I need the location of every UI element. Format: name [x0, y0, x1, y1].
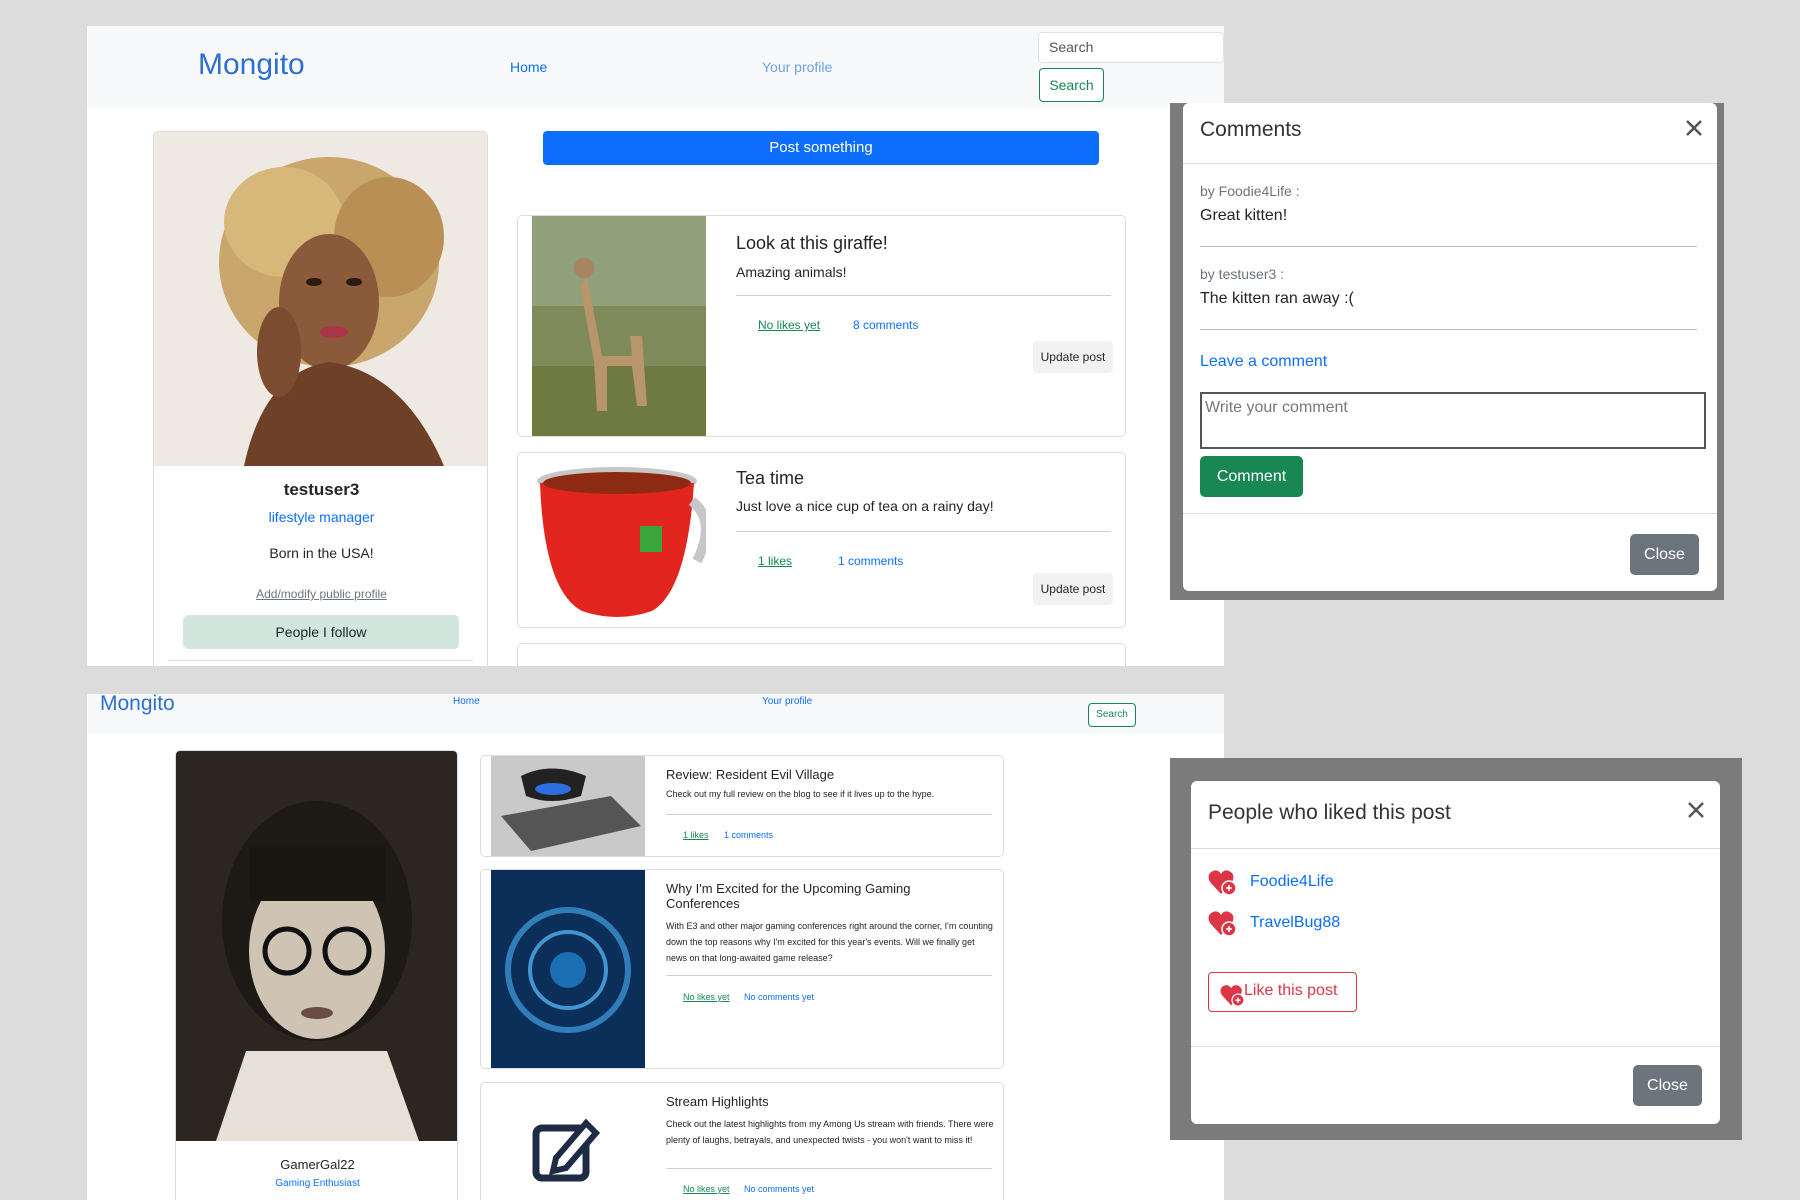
profile-role: lifestyle manager	[268, 509, 375, 525]
likes-link[interactable]: 1 likes	[683, 830, 709, 840]
comment-text: Great kitten!	[1200, 207, 1288, 224]
post-body: Check out my full review on the blog to …	[666, 789, 935, 799]
post-divider	[666, 1168, 992, 1169]
search-button[interactable]: Search	[1039, 68, 1104, 102]
comment-divider	[1200, 329, 1697, 330]
modal-divider	[1183, 513, 1717, 514]
profile-username: testuser3	[283, 480, 360, 499]
people-i-follow-button[interactable]: People I follow	[183, 615, 459, 649]
comment-submit-button[interactable]: Comment	[1200, 456, 1303, 497]
post-title: Tea time	[736, 468, 805, 488]
like-button-label: Like this post	[1244, 982, 1338, 999]
comments-link[interactable]: 8 comments	[853, 318, 918, 332]
comment-divider	[1200, 246, 1697, 247]
liker-name[interactable]: Foodie4Life	[1250, 873, 1334, 891]
modal-divider	[1191, 1046, 1720, 1047]
comments-link[interactable]: 1 comments	[724, 830, 773, 840]
top-navbar: Mongito Home Your profile Search Search	[87, 26, 1224, 108]
post-body: With E3 and other major gaming conferenc…	[666, 921, 993, 963]
post-card: Stream Highlights Check out the latest h…	[480, 1082, 1004, 1200]
comment-author: by Foodie4Life :	[1200, 183, 1300, 199]
profile-card: GamerGal22 Gaming Enthusiast	[175, 750, 458, 1200]
liker-name[interactable]: TravelBug88	[1250, 914, 1340, 932]
nav-your-profile[interactable]: Your profile	[762, 696, 812, 707]
bottom-navbar: Mongito Home Your profile Search	[87, 694, 1224, 734]
post-divider	[736, 295, 1111, 296]
post-card-partial	[517, 643, 1126, 666]
profile-photo	[154, 132, 487, 466]
post-image-tech	[491, 870, 645, 1068]
post-something-button[interactable]: Post something	[543, 131, 1099, 165]
modal-title: People who liked this post	[1208, 801, 1451, 824]
comments-modal-backdrop: Comments by Foodie4Life : Great kitten! …	[1170, 103, 1724, 600]
post-image-giraffe	[532, 216, 706, 436]
card-divider	[168, 660, 473, 661]
modal-title: Comments	[1200, 118, 1302, 141]
search-button[interactable]: Search	[1088, 703, 1136, 727]
post-title: Stream Highlights	[666, 1094, 769, 1109]
profile-bio: Born in the USA!	[269, 545, 374, 561]
heart-icon	[1207, 868, 1237, 896]
likes-link[interactable]: 1 likes	[758, 554, 792, 568]
modify-profile-link[interactable]: Add/modify public profile	[154, 587, 487, 601]
top-screenshot: Mongito Home Your profile Search Search …	[87, 26, 1224, 666]
likes-link[interactable]: No likes yet	[758, 318, 820, 332]
post-title: Look at this giraffe!	[736, 233, 888, 253]
comment-text: The kitten ran away :(	[1200, 290, 1354, 307]
post-image-tea	[532, 461, 706, 625]
comment-author: by testuser3 :	[1200, 266, 1285, 282]
post-card: Tea time Just love a nice cup of tea on …	[517, 452, 1126, 628]
profile-card: testuser3 lifestyle manager Born in the …	[153, 131, 488, 666]
heart-icon	[1220, 985, 1245, 1007]
update-post-button[interactable]: Update post	[1033, 341, 1113, 373]
search-input[interactable]: Search	[1038, 32, 1224, 63]
comments-link[interactable]: 1 comments	[838, 554, 903, 568]
likes-modal: People who liked this post Foodie4Life T…	[1191, 781, 1720, 1124]
comments-link[interactable]: No comments yet	[744, 992, 814, 1002]
close-button[interactable]: Close	[1630, 534, 1699, 575]
nav-home[interactable]: Home	[510, 59, 547, 75]
post-body: Amazing animals!	[736, 264, 847, 280]
post-body: Just love a nice cup of tea on a rainy d…	[736, 498, 994, 514]
post-divider	[736, 531, 1111, 532]
modal-divider	[1191, 848, 1720, 849]
close-button[interactable]: Close	[1633, 1065, 1702, 1106]
bottom-screenshot: Mongito Home Your profile Search GamerGa…	[87, 694, 1224, 1200]
heart-icon	[1207, 909, 1237, 937]
update-post-button[interactable]: Update post	[1033, 573, 1113, 605]
profile-photo	[176, 751, 457, 1141]
post-title: Why I'm Excited for the Upcoming Gaming …	[666, 881, 911, 911]
post-divider	[666, 975, 992, 976]
profile-username: GamerGal22	[280, 1157, 355, 1172]
leave-comment-label: Leave a comment	[1200, 353, 1328, 370]
edit-icon	[531, 1113, 601, 1183]
post-card: Review: Resident Evil Village Check out …	[480, 755, 1004, 857]
likes-link[interactable]: No likes yet	[683, 992, 730, 1002]
close-icon[interactable]	[1681, 795, 1711, 825]
post-card: Look at this giraffe! Amazing animals! N…	[517, 215, 1126, 437]
post-divider	[666, 814, 992, 815]
likes-link[interactable]: No likes yet	[683, 1184, 730, 1194]
modal-divider	[1183, 163, 1717, 164]
nav-home[interactable]: Home	[453, 696, 480, 707]
brand-logo[interactable]: Mongito	[100, 694, 175, 716]
close-icon[interactable]	[1679, 113, 1709, 143]
profile-role: Gaming Enthusiast	[275, 1178, 360, 1189]
brand-logo[interactable]: Mongito	[198, 48, 305, 82]
like-this-post-button[interactable]: Like this post	[1208, 972, 1357, 1012]
likes-modal-backdrop: People who liked this post Foodie4Life T…	[1170, 758, 1742, 1140]
post-title: Review: Resident Evil Village	[666, 767, 835, 782]
nav-your-profile[interactable]: Your profile	[762, 59, 832, 75]
post-body: Check out the latest highlights from my …	[666, 1119, 994, 1145]
comments-link[interactable]: No comments yet	[744, 1184, 814, 1194]
post-image-console	[491, 756, 645, 856]
comment-textarea[interactable]: Write your comment	[1200, 392, 1706, 449]
comments-modal: Comments by Foodie4Life : Great kitten! …	[1183, 103, 1717, 591]
post-card: Why I'm Excited for the Upcoming Gaming …	[480, 869, 1004, 1069]
